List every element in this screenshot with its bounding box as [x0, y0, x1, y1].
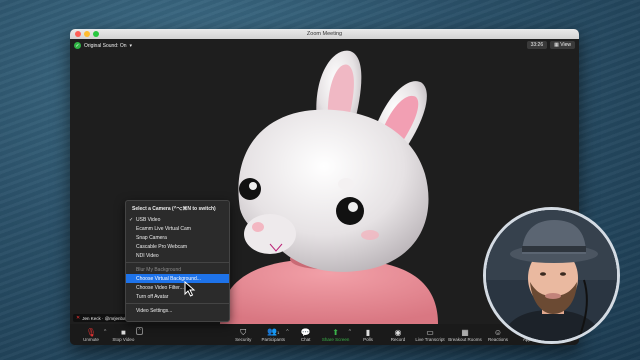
- menu-divider: [126, 303, 229, 304]
- camera-option-usb-video[interactable]: ✓ USB Video: [126, 215, 229, 224]
- security-label: Security: [235, 337, 252, 342]
- camera-option-snap[interactable]: Snap Camera: [126, 233, 229, 242]
- mic-muted-icon: ✕: [76, 315, 81, 321]
- avatar-left-eye: [239, 178, 261, 200]
- audio-options-chevron[interactable]: ^: [104, 329, 106, 335]
- zoom-window-button[interactable]: [93, 31, 99, 37]
- menu-option-label: Video Settings...: [136, 307, 173, 314]
- share-options-chevron[interactable]: ^: [349, 329, 351, 335]
- people-icon: 👥1: [267, 327, 280, 336]
- record-icon: ◉: [394, 328, 402, 337]
- chat-bubble-icon: 💬: [300, 328, 311, 337]
- reactions-button[interactable]: ☺ Reactions: [483, 328, 513, 343]
- presenter-webcam-overlay: [483, 207, 620, 344]
- participants-label: Participants: [261, 337, 286, 342]
- blur-background-option: Blur My Background: [126, 265, 229, 274]
- camera-option-label: Cascable Pro Webcam: [136, 243, 188, 250]
- participant-count: 1: [277, 330, 280, 335]
- breakout-rooms-button[interactable]: ▦ Breakout Rooms: [447, 328, 483, 343]
- stop-video-button[interactable]: ■ Stop Video: [108, 328, 138, 343]
- share-arrow-icon: ⬆: [332, 328, 339, 337]
- camera-option-ecamm[interactable]: Ecamm Live Virtual Cam: [126, 224, 229, 233]
- live-transcript-button[interactable]: ▭ Live Transcript: [413, 328, 447, 343]
- toolbar-left: 🎙 Unmute ^ ■ Stop Video ^: [76, 327, 145, 343]
- checkmark-icon: ✓: [129, 216, 134, 223]
- chat-button[interactable]: 💬 Chat: [291, 328, 321, 343]
- video-options-chevron[interactable]: ^: [136, 327, 143, 335]
- menu-option-label: Choose Video Filter...: [136, 284, 184, 291]
- bar-chart-icon: ▮: [365, 328, 371, 337]
- choose-video-filter-option[interactable]: Choose Video Filter...: [126, 283, 229, 292]
- smiley-icon: ☺: [493, 328, 503, 337]
- meeting-toolbar: 🎙 Unmute ^ ■ Stop Video ^ ⛉ Security 👥1 …: [70, 324, 579, 345]
- share-screen-button[interactable]: ⬆ Share Screen: [321, 328, 351, 343]
- stop-video-label: Stop Video: [112, 337, 135, 342]
- shield-icon: ⛉: [240, 328, 247, 337]
- security-button[interactable]: ⛉ Security: [228, 328, 258, 343]
- camera-option-label: USB Video: [136, 216, 161, 223]
- menu-header: Select a Camera (^⌥⌘N to switch): [132, 206, 216, 212]
- camera-option-label: NDI Video: [136, 252, 159, 259]
- minimize-window-button[interactable]: [84, 31, 90, 37]
- live-transcript-label: Live Transcript: [415, 337, 445, 342]
- video-camera-icon: ■: [120, 328, 126, 337]
- mic-off-icon: 🎙: [85, 328, 97, 337]
- menu-divider: [126, 262, 229, 263]
- polls-label: Polls: [363, 337, 373, 342]
- reactions-label: Reactions: [487, 337, 508, 342]
- breakout-grid-icon: ▦: [461, 328, 469, 337]
- window-controls: [75, 31, 99, 37]
- participants-chevron[interactable]: ^: [286, 329, 288, 335]
- camera-options-menu: Select a Camera (^⌥⌘N to switch) ✓ USB V…: [125, 200, 230, 322]
- camera-option-label: Ecamm Live Virtual Cam: [136, 225, 191, 232]
- chat-label: Chat: [300, 337, 311, 342]
- unmute-label: Unmute: [83, 337, 99, 342]
- video-settings-option[interactable]: Video Settings...: [126, 306, 229, 315]
- camera-option-cascable[interactable]: Cascable Pro Webcam: [126, 242, 229, 251]
- unmute-button[interactable]: 🎙 Unmute: [76, 328, 106, 343]
- close-window-button[interactable]: [75, 31, 81, 37]
- window-title: Zoom Meeting: [306, 31, 343, 37]
- breakout-rooms-label: Breakout Rooms: [448, 337, 482, 342]
- menu-option-label: Turn off Avatar: [136, 293, 169, 300]
- camera-option-label: Snap Camera: [136, 234, 167, 241]
- turn-off-avatar-option[interactable]: Turn off Avatar: [126, 292, 229, 301]
- participant-name: Jen Keck · @mrjenback: [82, 315, 131, 321]
- share-screen-label: Share Screen: [321, 337, 350, 342]
- menu-option-label: Blur My Background: [136, 266, 182, 273]
- closed-caption-icon: ▭: [426, 328, 434, 337]
- presenter-photo: [486, 210, 617, 341]
- mouse-pointer-icon: [184, 281, 196, 297]
- polls-button[interactable]: ▮ Polls: [353, 328, 383, 343]
- participants-button[interactable]: 👥1 Participants: [258, 327, 288, 343]
- choose-virtual-background-option[interactable]: Choose Virtual Background...: [126, 274, 229, 283]
- record-button[interactable]: ◉ Record: [383, 328, 413, 343]
- title-bar: Zoom Meeting: [70, 29, 579, 39]
- record-label: Record: [390, 337, 406, 342]
- camera-option-ndi[interactable]: NDI Video: [126, 251, 229, 260]
